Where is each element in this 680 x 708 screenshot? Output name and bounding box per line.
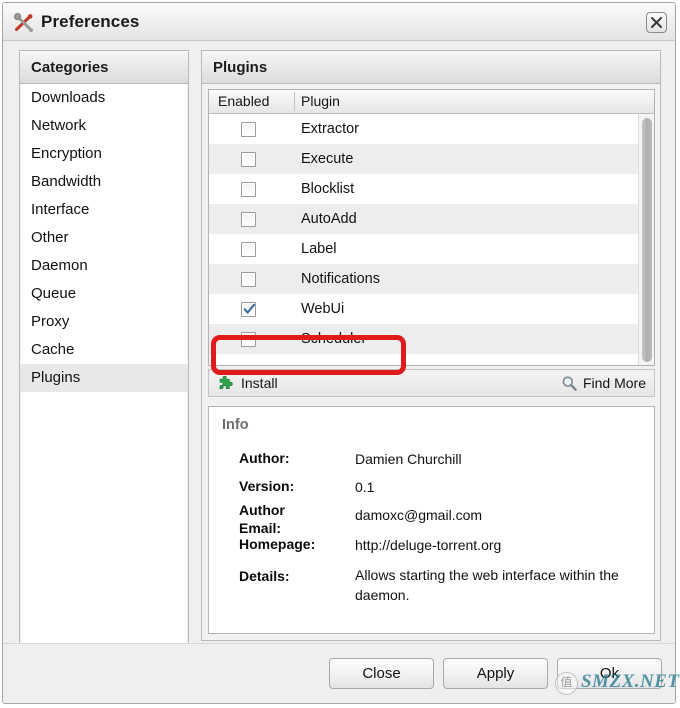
plugin-row[interactable]: Label: [209, 234, 654, 264]
sidebar-item-downloads[interactable]: Downloads: [20, 84, 188, 112]
categories-panel: Categories Downloads Network Encryption Ban…: [19, 50, 189, 645]
install-button[interactable]: Install: [218, 370, 278, 396]
install-bar: Install Find More: [208, 369, 655, 397]
sidebar-item-bandwidth[interactable]: Bandwidth: [20, 168, 188, 196]
plugin-row[interactable]: WebUi: [209, 294, 654, 324]
title-bar: Preferences: [3, 3, 675, 41]
checkbox-extractor[interactable]: [241, 122, 256, 137]
plugin-name: Extractor: [301, 121, 360, 137]
info-value: damoxc@gmail.com: [355, 507, 483, 523]
list-scrollbar[interactable]: [638, 114, 654, 365]
categories-list: Downloads Network Encryption Bandwidth Inter…: [20, 84, 188, 392]
close-button[interactable]: Close: [329, 658, 434, 689]
window-title: Preferences: [41, 12, 140, 31]
info-label: Homepage:: [239, 536, 316, 552]
info-label: Details:: [239, 568, 290, 584]
apply-button[interactable]: Apply: [443, 658, 548, 689]
dialog-footer: Close Apply Ok: [3, 643, 675, 703]
tools-icon: [13, 12, 35, 34]
plugin-name: Scheduler: [301, 331, 367, 347]
preferences-dialog: Preferences Categories Downloads Network E…: [2, 2, 676, 704]
plugin-name: Label: [301, 241, 337, 257]
plugins-list-header: Enabled Plugin: [209, 90, 654, 114]
find-more-button[interactable]: Find More: [561, 370, 646, 396]
plugins-header: Plugins: [202, 51, 660, 84]
checkbox-execute[interactable]: [241, 152, 256, 167]
sidebar-item-queue[interactable]: Queue: [20, 280, 188, 308]
plugin-row[interactable]: AutoAdd: [209, 204, 654, 234]
checkbox-label[interactable]: [241, 242, 256, 257]
sidebar-item-plugins[interactable]: Plugins: [20, 364, 188, 392]
info-label: Version:: [239, 478, 295, 494]
plugin-row[interactable]: Extractor: [209, 114, 654, 144]
puzzle-piece-icon: [219, 375, 233, 389]
checkbox-scheduler[interactable]: [241, 332, 256, 347]
column-header-enabled[interactable]: Enabled: [218, 90, 269, 113]
info-title: Info: [222, 417, 249, 433]
sidebar-item-interface[interactable]: Interface: [20, 196, 188, 224]
dialog-content: Categories Downloads Network Encryption Ban…: [3, 41, 675, 645]
plugin-name: Execute: [301, 151, 354, 167]
find-more-label: Find More: [582, 375, 646, 391]
sidebar-item-daemon[interactable]: Daemon: [20, 252, 188, 280]
plugins-body: Enabled Plugin Extractor Execute Blocklist…: [208, 89, 655, 634]
sidebar-item-other[interactable]: Other: [20, 224, 188, 252]
checkbox-webui[interactable]: [241, 302, 256, 317]
sidebar-item-proxy[interactable]: Proxy: [20, 308, 188, 336]
info-value: 0.1: [355, 479, 375, 495]
info-label: Author:: [239, 450, 290, 466]
plugins-rows: Extractor Execute Blocklist AutoAdd Label Not…: [209, 114, 654, 354]
checkbox-notifications[interactable]: [241, 272, 256, 287]
categories-header: Categories: [20, 51, 188, 84]
sidebar-item-encryption[interactable]: Encryption: [20, 140, 188, 168]
plugins-list-frame: Enabled Plugin Extractor Execute Blocklist…: [208, 89, 655, 366]
info-panel: Info Author: Damien Churchill Version: 0.1 A…: [208, 406, 655, 634]
magnifier-icon: [562, 376, 577, 391]
info-value: Allows starting the web interface within…: [355, 567, 619, 603]
column-header-plugin[interactable]: Plugin: [301, 90, 340, 113]
plugin-name: WebUi: [301, 301, 345, 317]
checkbox-autoadd[interactable]: [241, 212, 256, 227]
check-icon: [243, 303, 256, 314]
sidebar-item-network[interactable]: Network: [20, 112, 188, 140]
install-label: Install: [241, 375, 278, 391]
plugin-row[interactable]: Notifications: [209, 264, 654, 294]
plugins-panel: Plugins Enabled Plugin Extractor Execute B…: [201, 50, 661, 641]
plugin-name: AutoAdd: [301, 211, 357, 227]
info-value: Damien Churchill: [355, 451, 462, 467]
plugin-name: Blocklist: [301, 181, 355, 197]
column-divider: [294, 92, 295, 111]
info-label: Author Email:: [239, 502, 285, 536]
plugin-row[interactable]: Execute: [209, 144, 654, 174]
plugin-row[interactable]: Scheduler: [209, 324, 654, 354]
info-value: http://deluge-torrent.org: [355, 537, 502, 553]
plugin-row[interactable]: Blocklist: [209, 174, 654, 204]
ok-button[interactable]: Ok: [557, 658, 662, 689]
checkbox-blocklist[interactable]: [241, 182, 256, 197]
close-icon[interactable]: [646, 12, 667, 33]
sidebar-item-cache[interactable]: Cache: [20, 336, 188, 364]
scrollbar-thumb[interactable]: [642, 118, 652, 362]
plugin-name: Notifications: [301, 271, 380, 287]
